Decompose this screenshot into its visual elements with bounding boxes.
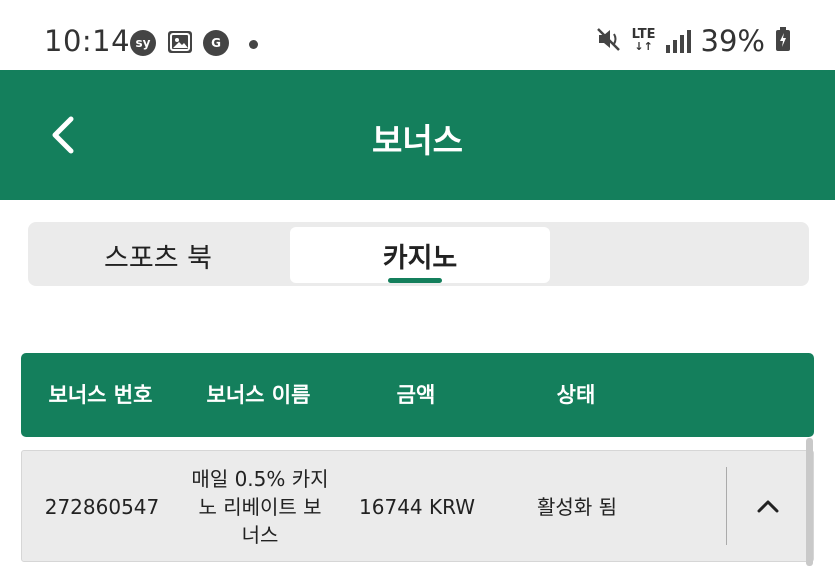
status-right-group: LTE ↓↑ 39% [596, 24, 791, 58]
scrollbar[interactable] [806, 438, 813, 566]
mute-icon [596, 26, 622, 56]
column-header-bonus-name: 보너스 이름 [206, 383, 311, 407]
tab-casino[interactable]: 카지노 [290, 227, 550, 283]
bonus-table-header: 보너스 번호 보너스 이름 금액 상태 [21, 353, 814, 437]
battery-charging-icon [775, 27, 791, 55]
cell-amount: 16744 KRW [359, 495, 475, 519]
page-title: 보너스 [371, 121, 464, 160]
sy-notification-icon: sy [130, 30, 156, 56]
google-notification-icon: G [203, 30, 229, 56]
gallery-notification-icon [168, 31, 192, 53]
collapse-row-button[interactable] [740, 481, 796, 531]
battery-percentage: 39% [700, 24, 765, 58]
bonus-category-tabs: 스포츠 북 카지노 [28, 222, 809, 286]
more-notifications-dot-icon [249, 40, 258, 49]
cell-status: 활성화 됨 [537, 495, 617, 519]
column-header-bonus-number: 보너스 번호 [48, 383, 153, 407]
signal-strength-icon [665, 29, 691, 53]
lte-indicator: LTE ↓↑ [632, 28, 656, 53]
status-bar: 10:14 sy G LTE ↓↑ 39% [0, 0, 835, 70]
chevron-up-icon [757, 500, 779, 513]
status-time: 10:14 [44, 24, 131, 58]
active-tab-indicator [388, 278, 442, 283]
row-divider [726, 467, 727, 545]
app-header: 보너스 [0, 70, 835, 200]
table-row[interactable]: 272860547 매일 0.5% 카지노 리베이트 보너스 16744 KRW… [21, 450, 814, 562]
column-header-status: 상태 [556, 383, 596, 407]
cell-bonus-name: 매일 0.5% 카지노 리베이트 보너스 [191, 467, 329, 547]
cell-bonus-number: 272860547 [44, 495, 160, 519]
column-header-amount: 금액 [396, 383, 436, 407]
tab-sportsbook[interactable]: 스포츠 북 [28, 227, 288, 283]
data-arrows-icon: ↓↑ [634, 40, 653, 53]
